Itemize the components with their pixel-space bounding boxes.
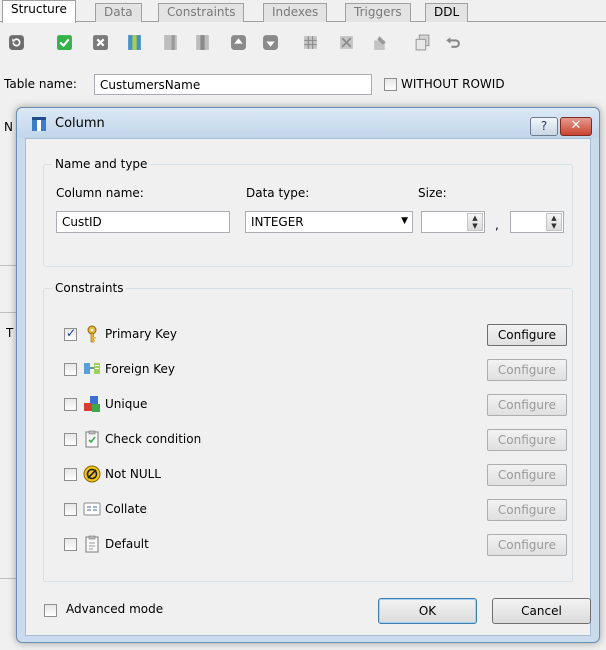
rollback-icon[interactable] [88, 30, 112, 54]
table-name-row: Table name: CustumersName WITHOUT ROWID [0, 72, 606, 98]
structure-toolbar [0, 30, 606, 58]
table-name-input[interactable]: CustumersName [94, 74, 372, 95]
name-and-type-group: Name and type Column name: CustID Data t… [43, 157, 573, 267]
refresh-icon[interactable] [4, 30, 28, 54]
without-rowid-label: WITHOUT ROWID [401, 77, 505, 91]
constraint-row-primary-key: Primary Key Configure [64, 324, 567, 346]
cancel-button[interactable]: Cancel [492, 598, 591, 624]
constraint-row-collate: Collate Configure [64, 499, 567, 521]
dialog-body: Name and type Column name: CustID Data t… [25, 138, 591, 636]
without-rowid-checkbox[interactable] [384, 78, 397, 91]
constraint-row-not-null: Not NULL Configure [64, 464, 567, 486]
move-up-icon[interactable] [226, 30, 250, 54]
tab-triggers[interactable]: Triggers [345, 3, 411, 22]
help-button[interactable]: ? [530, 117, 558, 136]
data-type-value: INTEGER [251, 215, 304, 229]
copy-icon[interactable] [410, 30, 434, 54]
close-button[interactable]: ✕ [560, 117, 592, 136]
check-condition-configure-button[interactable]: Configure [487, 429, 567, 451]
background-text-fragment: N [4, 120, 13, 134]
primary-key-icon [87, 325, 97, 343]
default-icon [85, 535, 99, 553]
constraint-row-check-condition: Check condition Configure [64, 429, 567, 451]
default-label: Default [105, 537, 149, 551]
not-null-label: Not NULL [105, 467, 161, 481]
unique-icon [84, 396, 100, 412]
foreign-key-configure-button[interactable]: Configure [487, 359, 567, 381]
collate-configure-button[interactable]: Configure [487, 499, 567, 521]
table-constraint-alt-icon[interactable] [334, 30, 358, 54]
primary-key-configure-button[interactable]: Configure [487, 324, 567, 346]
constraint-row-unique: Unique Configure [64, 394, 567, 416]
background-text-fragment: T [6, 326, 14, 340]
add-column-icon[interactable] [122, 30, 146, 54]
collate-checkbox[interactable] [64, 503, 77, 516]
dialog-title: Column [55, 116, 105, 131]
collate-icon [83, 502, 101, 516]
table-constraint-icon[interactable] [298, 30, 322, 54]
collate-label: Collate [105, 502, 147, 516]
background-divider [0, 312, 16, 313]
delete-column-icon[interactable] [190, 30, 214, 54]
tab-indexes[interactable]: Indexes [263, 3, 328, 22]
add-column-disabled-icon[interactable] [158, 30, 182, 54]
check-condition-checkbox[interactable] [64, 433, 77, 446]
name-and-type-title: Name and type [52, 157, 151, 171]
tab-bar: Structure Data Constraints Indexes Trigg… [0, 0, 606, 23]
advanced-mode-label: Advanced mode [66, 602, 164, 616]
column-name-label: Column name: [56, 186, 144, 200]
spinner-arrows-icon[interactable]: ▲ ▼ [546, 213, 562, 231]
move-down-icon[interactable] [258, 30, 282, 54]
unique-label: Unique [105, 397, 148, 411]
edit-icon[interactable] [368, 30, 392, 54]
primary-key-checkbox[interactable] [64, 326, 77, 341]
spinner-arrows-icon[interactable]: ▲ ▼ [467, 213, 483, 231]
commit-icon[interactable] [52, 30, 76, 54]
foreign-key-label: Foreign Key [105, 362, 175, 376]
foreign-key-icon [84, 363, 100, 374]
undo-icon[interactable] [440, 30, 464, 54]
default-configure-button[interactable]: Configure [487, 534, 567, 556]
dialog-titlebar[interactable]: Column ? ✕ [17, 108, 599, 138]
primary-key-label: Primary Key [105, 327, 177, 341]
tab-constraints[interactable]: Constraints [158, 3, 245, 22]
not-null-checkbox[interactable] [64, 468, 77, 481]
ok-button[interactable]: OK [378, 598, 477, 624]
check-condition-icon [85, 430, 99, 448]
constraint-row-foreign-key: Foreign Key Configure [64, 359, 567, 381]
unique-configure-button[interactable]: Configure [487, 394, 567, 416]
table-name-label: Table name: [4, 77, 77, 91]
size-separator: , [495, 218, 499, 232]
advanced-mode-checkbox[interactable] [44, 604, 57, 617]
constraints-group: Constraints Primary Key Configure Foreig… [43, 281, 573, 582]
tab-structure[interactable]: Structure [2, 0, 76, 23]
column-icon [32, 117, 46, 131]
size-label: Size: [418, 186, 447, 200]
constraint-row-default: Default Configure [64, 534, 567, 556]
foreign-key-checkbox[interactable] [64, 363, 77, 376]
chevron-down-icon: ▼ [401, 216, 408, 226]
background-divider [0, 265, 16, 266]
unique-checkbox[interactable] [64, 398, 77, 411]
column-name-input[interactable]: CustID [56, 211, 230, 233]
not-null-icon [83, 465, 101, 483]
data-type-select[interactable]: INTEGER ▼ [245, 211, 413, 233]
not-null-configure-button[interactable]: Configure [487, 464, 567, 486]
data-type-label: Data type: [246, 186, 310, 200]
size-scale-spinner[interactable]: ▲ ▼ [510, 211, 564, 233]
constraints-title: Constraints [52, 281, 127, 295]
background-divider [0, 578, 16, 579]
tab-ddl[interactable]: DDL [425, 3, 469, 22]
check-condition-label: Check condition [105, 432, 202, 446]
default-checkbox[interactable] [64, 538, 77, 551]
size-precision-spinner[interactable]: ▲ ▼ [421, 211, 485, 233]
tab-data[interactable]: Data [95, 3, 142, 22]
column-dialog: Column ? ✕ Name and type Column name: Cu… [16, 107, 600, 643]
